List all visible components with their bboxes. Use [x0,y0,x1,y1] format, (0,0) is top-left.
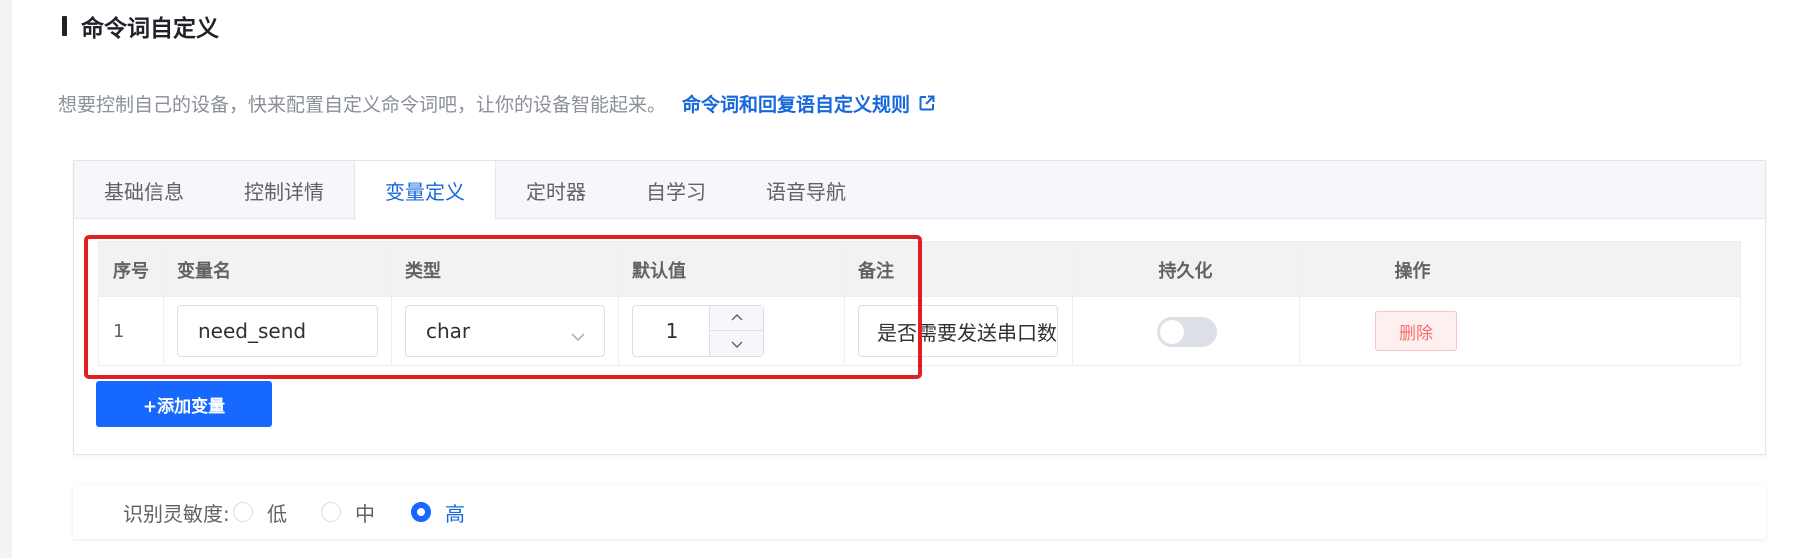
variable-card: 基础信息 控制详情 变量定义 定时器 自学习 语音导航 序号 变量名 类型 默认… [73,160,1766,455]
col-header-var-name: 变量名 [177,260,231,282]
col-header-action: 操作 [1394,260,1431,282]
left-strip [0,0,12,558]
radio-selected-icon [411,502,431,522]
sensitivity-medium-radio[interactable]: 中 [321,498,375,527]
decrease-button[interactable] [710,331,763,356]
radio-circle-icon [321,502,341,522]
add-variable-button[interactable]: +添加变量 [96,381,272,427]
tab-self-learning[interactable]: 自学习 [616,161,736,219]
type-select-value: char [426,319,471,343]
tab-basic-info[interactable]: 基础信息 [74,161,214,219]
radio-circle-icon [233,502,253,522]
remark-input[interactable]: 是否需要发送串口数 [858,305,1058,357]
sensitivity-high-radio[interactable]: 高 [411,498,465,527]
sensitivity-label: 识别灵敏度: [123,501,230,526]
table-header: 序号 变量名 类型 默认值 备注 持久化 操作 [99,242,1740,297]
col-header-default-value: 默认值 [632,260,686,282]
col-header-persist: 持久化 [1158,260,1213,282]
sensitivity-bar: 识别灵敏度: 低 中 高 [73,485,1766,539]
default-value: 1 [665,319,679,343]
intro-row: 想要控制自己的设备，快来配置自定义命令词吧，让你的设备智能起来。 命令词和回复语… [58,88,936,118]
tab-voice-navigation[interactable]: 语音导航 [736,161,876,219]
page: 命令词自定义 想要控制自己的设备，快来配置自定义命令词吧，让你的设备智能起来。 … [12,0,1795,558]
default-value-stepper[interactable]: 1 [632,305,764,357]
delete-button[interactable]: 删除 [1375,311,1457,351]
toggle-knob [1160,320,1184,344]
stepper-buttons [709,306,763,356]
col-header-remark: 备注 [858,260,894,282]
type-select[interactable]: char [405,305,605,357]
table-row: 1 need_send char 1 是否需要发送串口数 删除 [99,297,1740,365]
title-bar-marker [62,16,67,36]
radio-label-high: 高 [445,501,465,526]
tab-timer[interactable]: 定时器 [496,161,616,219]
var-name-input[interactable]: need_send [177,305,378,357]
chevron-up-icon [731,314,742,321]
external-link-icon[interactable] [918,94,936,112]
tab-bar: 基础信息 控制详情 变量定义 定时器 自学习 语音导航 [74,161,1765,220]
chevron-down-icon [731,341,742,348]
tab-control-details[interactable]: 控制详情 [214,161,354,219]
col-header-index: 序号 [113,260,149,282]
rules-link[interactable]: 命令词和回复语自定义规则 [682,90,910,117]
radio-label-low: 低 [267,501,287,526]
increase-button[interactable] [710,306,763,331]
radio-label-medium: 中 [355,501,375,526]
tab-variable-definition[interactable]: 变量定义 [354,161,496,220]
section-header: 命令词自定义 [62,10,219,42]
col-header-type: 类型 [405,260,441,282]
row-index: 1 [113,320,125,342]
section-title: 命令词自定义 [81,16,219,42]
sensitivity-low-radio[interactable]: 低 [233,498,287,527]
chevron-down-icon [570,324,586,348]
variable-table: 序号 变量名 类型 默认值 备注 持久化 操作 1 need_send char [98,241,1741,366]
intro-text: 想要控制自己的设备，快来配置自定义命令词吧，让你的设备智能起来。 [58,93,667,116]
persist-toggle[interactable] [1157,317,1217,347]
